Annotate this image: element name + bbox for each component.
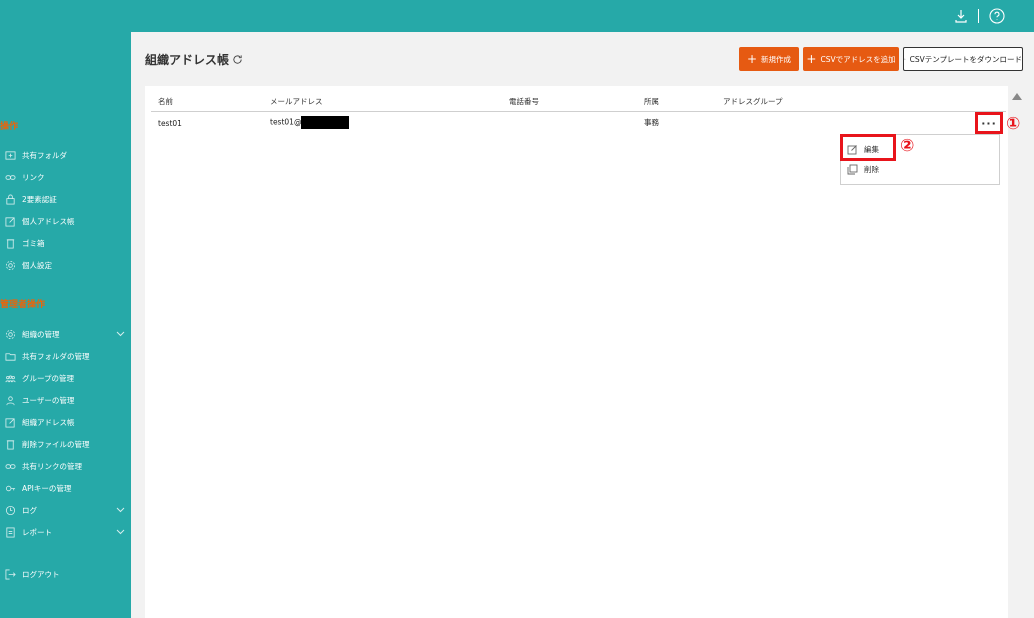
section-admin-ops: 管理者操作	[0, 300, 46, 310]
sidebar-item-user-management[interactable]: ユーザーの管理	[4, 392, 129, 408]
top-separator	[978, 9, 979, 23]
trash-icon	[4, 438, 16, 450]
sidebar-item-shared-link-management[interactable]: 共有リンクの管理	[4, 458, 129, 474]
csv-template-download-button[interactable]: CSVテンプレートをダウンロード	[903, 47, 1023, 71]
sidebar-item-deleted-files[interactable]: 削除ファイルの管理	[4, 436, 129, 452]
header-divider	[151, 111, 1006, 112]
sidebar-item-label: レポート	[22, 527, 52, 537]
sidebar-item-label: 共有フォルダの管理	[22, 351, 90, 361]
chevron-down-icon	[116, 507, 125, 513]
menu-item-delete-label: 削除	[864, 164, 879, 174]
sidebar-item-label: 共有フォルダ	[22, 150, 67, 160]
download-icon	[904, 58, 906, 60]
column-header-name[interactable]: 名前	[158, 96, 173, 107]
page-title: 組織アドレス帳	[145, 51, 243, 68]
sidebar-item-label: リンク	[22, 172, 45, 182]
csv-add-button-label: CSVでアドレスを追加	[820, 54, 896, 64]
sidebar-item-trash[interactable]: ゴミ箱	[4, 235, 129, 251]
sidebar-item-org-management[interactable]: 組織の管理	[4, 326, 129, 342]
sidebar-item-label: 組織アドレス帳	[22, 417, 75, 427]
group-icon	[4, 372, 16, 384]
sidebar-item-org-address-book[interactable]: 組織アドレス帳	[4, 414, 129, 430]
trash-icon	[4, 237, 16, 249]
sidebar-item-label: ログ	[22, 505, 37, 515]
gear-icon	[4, 328, 16, 340]
lock-icon	[4, 193, 16, 205]
sidebar-item-2fa[interactable]: 2要素認証	[4, 191, 129, 207]
link-icon	[4, 460, 16, 472]
sidebar-item-group-management[interactable]: グループの管理	[4, 370, 129, 386]
sidebar-item-log[interactable]: ログ	[4, 502, 129, 518]
gear-icon	[4, 259, 16, 271]
chevron-down-icon	[116, 331, 125, 337]
sidebar-item-api-key[interactable]: APIキーの管理	[4, 480, 129, 496]
edit-icon	[847, 144, 857, 154]
download-icon[interactable]	[953, 8, 969, 24]
top-bar	[0, 0, 1034, 32]
sidebar-item-label: 個人アドレス帳	[22, 216, 75, 226]
sidebar-item-label: ユーザーの管理	[22, 395, 75, 405]
user-icon	[4, 394, 16, 406]
section-user-ops: 操作	[0, 122, 19, 132]
delete-icon	[847, 164, 858, 174]
chevron-down-icon	[116, 529, 125, 535]
help-icon[interactable]	[989, 8, 1005, 24]
sidebar-item-personal-settings[interactable]: 個人設定	[4, 257, 129, 273]
folder-icon	[4, 350, 16, 362]
more-dots-icon: ···	[981, 116, 997, 130]
folder-share-icon	[4, 149, 16, 161]
clock-icon	[4, 504, 16, 516]
column-header-address-group[interactable]: アドレスグループ	[723, 96, 783, 107]
logout-icon	[4, 568, 16, 580]
row-more-button[interactable]: ···	[975, 112, 1003, 134]
sidebar-item-label: ゴミ箱	[22, 238, 45, 248]
sidebar-item-label: 削除ファイルの管理	[22, 439, 90, 449]
reload-icon[interactable]	[232, 54, 243, 65]
key-icon	[4, 482, 16, 494]
sidebar-item-label: 2要素認証	[22, 194, 57, 204]
plus-icon: +	[806, 52, 817, 66]
annotation-step-2: ②	[900, 136, 915, 156]
column-header-email[interactable]: メールアドレス	[270, 96, 323, 107]
row-action-menu: 編集 削除	[840, 134, 1000, 185]
menu-item-edit[interactable]: 編集	[847, 141, 879, 157]
sidebar-item-report[interactable]: レポート	[4, 524, 129, 540]
sidebar-item-label: グループの管理	[22, 373, 75, 383]
sidebar-item-label: 個人設定	[22, 260, 52, 270]
column-header-phone[interactable]: 電話番号	[509, 96, 539, 107]
sidebar-item-link[interactable]: リンク	[4, 169, 129, 185]
row-email: test01@	[270, 116, 350, 129]
link-icon	[4, 171, 16, 183]
annotation-step-1: ①	[1006, 114, 1021, 134]
plus-icon: +	[746, 52, 758, 66]
new-button[interactable]: + 新規作成	[739, 47, 799, 71]
edit-icon	[4, 416, 16, 428]
menu-item-delete[interactable]: 削除	[847, 161, 879, 177]
csv-add-button[interactable]: + CSVでアドレスを追加	[803, 47, 899, 71]
edit-icon	[4, 215, 16, 227]
row-name: test01	[158, 119, 182, 128]
menu-item-edit-label: 編集	[864, 144, 879, 154]
sidebar-item-shared-folder[interactable]: 共有フォルダ	[4, 147, 129, 163]
sidebar-item-shared-folder-management[interactable]: 共有フォルダの管理	[4, 348, 129, 364]
sidebar-item-label: 共有リンクの管理	[22, 461, 82, 471]
sidebar-item-logout[interactable]: ログアウト	[4, 566, 129, 582]
new-button-label: 新規作成	[761, 54, 792, 64]
sidebar-item-label: 組織の管理	[22, 329, 60, 339]
page-title-text: 組織アドレス帳	[145, 53, 230, 67]
column-header-department[interactable]: 所属	[644, 96, 659, 107]
csv-template-button-label: CSVテンプレートをダウンロード	[909, 54, 1022, 64]
scroll-up-arrow[interactable]	[1012, 93, 1022, 100]
report-icon	[4, 526, 16, 538]
sidebar-item-personal-address[interactable]: 個人アドレス帳	[4, 213, 129, 229]
redaction-block	[301, 116, 350, 129]
sidebar-item-label: APIキーの管理	[22, 483, 72, 493]
row-department: 事務	[644, 118, 659, 127]
sidebar-item-label: ログアウト	[22, 569, 60, 579]
row-email-text: test01@	[270, 117, 302, 127]
